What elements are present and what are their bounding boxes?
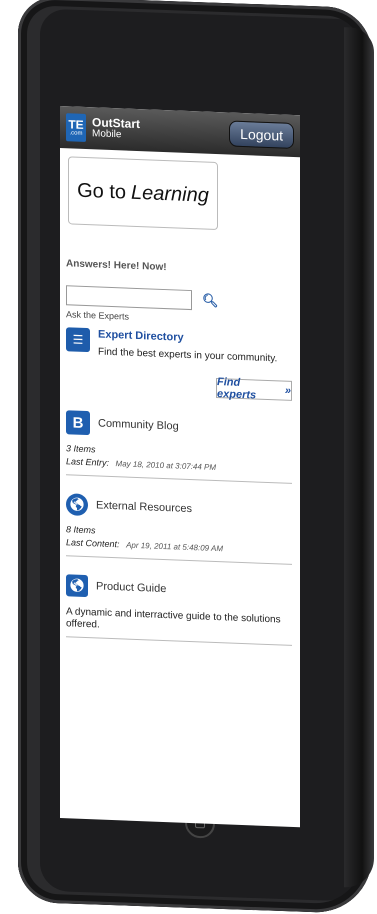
app-screen: TE .com OutStart Mobile Logout Go to Lea… (60, 106, 300, 828)
product-guide-desc: A dynamic and interractive guide to the … (66, 606, 281, 631)
product-guide-section[interactable]: 🌎︎ Product Guide A dynamic and interract… (66, 574, 292, 646)
go-to-learning-button[interactable]: Go to Learning (68, 156, 218, 231)
device-edge (344, 27, 374, 889)
external-resources-head: 🌎︎ External Resources (66, 493, 292, 524)
expert-directory-desc: Find the best experts in your community. (98, 346, 278, 365)
brand-text: OutStart Mobile (92, 115, 140, 142)
logo: TE .com (66, 113, 86, 142)
go-to-label: Go to (77, 179, 127, 204)
external-last-label: Last Content: (66, 537, 120, 550)
external-meta: 8 Items Last Content: Apr 19, 2011 at 5:… (66, 523, 292, 558)
brand: TE .com OutStart Mobile (66, 113, 140, 144)
learning-label: Learning (131, 181, 209, 207)
community-blog-section[interactable]: B Community Blog 3 Items Last Entry: May… (66, 410, 292, 484)
logo-text: TE (68, 116, 84, 132)
community-blog-title[interactable]: Community Blog (98, 417, 179, 432)
double-arrow-icon: » (284, 384, 291, 397)
logout-button[interactable]: Logout (229, 120, 294, 149)
tagline: Answers! Here! Now! (66, 258, 167, 274)
search-input[interactable] (66, 285, 192, 311)
blog-last-value: May 18, 2010 at 3:07:44 PM (115, 459, 217, 472)
external-resources-title[interactable]: External Resources (96, 499, 192, 515)
product-guide-title[interactable]: Product Guide (96, 580, 166, 595)
external-last-value: Apr 19, 2011 at 5:48:09 AM (126, 540, 224, 554)
external-resources-section[interactable]: 🌎︎ External Resources 8 Items Last Conte… (66, 493, 292, 565)
blog-icon: B (66, 410, 90, 436)
expert-directory[interactable]: ☰ Expert Directory Find the best experts… (66, 327, 292, 365)
globe-icon: 🌎︎ (66, 493, 88, 517)
blog-meta: 3 Items Last Entry: May 18, 2010 at 3:07… (66, 442, 292, 477)
guide-globe-icon: 🌎︎ (66, 574, 88, 598)
product-guide-head: 🌎︎ Product Guide (66, 574, 292, 605)
find-experts-label: Find experts (217, 376, 257, 402)
search-icon[interactable]: 🔍︎ (202, 292, 219, 309)
logo-sub: .com (69, 129, 83, 137)
main-content: Go to Learning Answers! Here! Now! 🔍︎ As… (60, 148, 300, 646)
find-experts-button[interactable]: Find experts » (216, 376, 292, 402)
directory-icon: ☰ (66, 327, 90, 353)
expert-directory-title[interactable]: Expert Directory (98, 328, 277, 347)
community-blog-head: B Community Blog (66, 410, 292, 443)
blog-last-label: Last Entry: (66, 456, 110, 468)
